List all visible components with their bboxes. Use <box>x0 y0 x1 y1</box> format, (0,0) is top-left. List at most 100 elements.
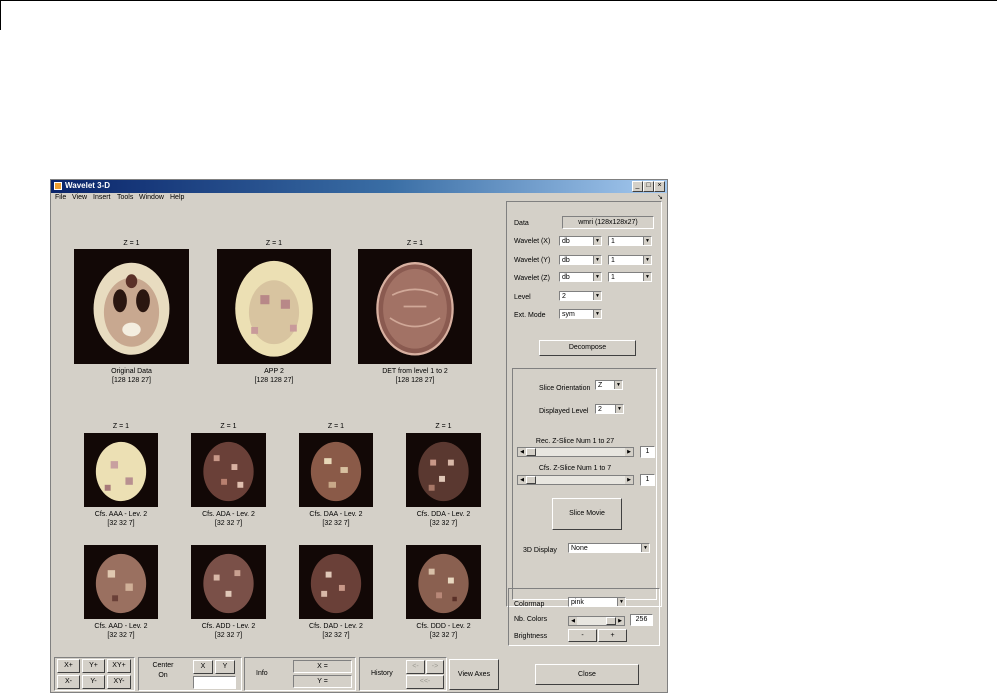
nb-colors-input[interactable]: 256 <box>630 614 653 626</box>
dropdown-arrow-icon: ▼ <box>593 310 601 318</box>
cfs-aad-image <box>84 545 158 619</box>
rec-slice-slider[interactable]: ◀ ▶ <box>517 447 634 457</box>
app2-image <box>217 249 331 364</box>
wavelet-z-family-select[interactable]: db ▼ <box>559 272 602 282</box>
info-label: Info <box>256 670 268 677</box>
dims-original: [128 128 27] <box>112 377 151 384</box>
dims-ada: [32 32 7] <box>214 520 243 527</box>
center-state: On <box>158 672 168 679</box>
wavelet-z-number-select[interactable]: 1 ▼ <box>608 272 652 282</box>
menu-window[interactable]: Window <box>139 194 164 201</box>
cfs-slice-input[interactable]: 1 <box>640 474 655 486</box>
dropdown-arrow-icon: ▼ <box>593 237 601 245</box>
wavelet-x-number-select[interactable]: 1 ▼ <box>608 236 652 246</box>
z-label-aaa: Z = 1 <box>112 423 130 430</box>
slice-orientation-label: Slice Orientation <box>539 385 591 392</box>
nb-colors-slider[interactable]: ◀ ▶ <box>568 616 625 626</box>
dropdown-arrow-icon: ▼ <box>593 292 601 300</box>
history-reset-button[interactable]: <<- <box>406 675 444 689</box>
dropdown-arrow-icon: ▼ <box>643 273 651 281</box>
menu-insert[interactable]: Insert <box>93 194 111 201</box>
caption-app2: APP 2 <box>264 368 284 375</box>
caption-aad: Cfs. AAD - Lev. 2 <box>94 623 148 630</box>
center-label: Center <box>152 662 174 669</box>
caption-dad: Cfs. DAD - Lev. 2 <box>309 623 363 630</box>
3d-display-select[interactable]: None ▼ <box>568 543 650 553</box>
cfs-slice-slider[interactable]: ◀ ▶ <box>517 475 634 485</box>
history-back-button[interactable]: <- <box>406 660 425 674</box>
history-forward-button[interactable]: -> <box>426 660 444 674</box>
center-x-button[interactable]: X <box>193 660 213 674</box>
zoom-y-plus-button[interactable]: Y+ <box>82 659 105 673</box>
slider-right-arrow-icon: ▶ <box>625 448 633 456</box>
z-label-original: Z = 1 <box>123 240 140 247</box>
dims-daa: [32 32 7] <box>322 520 350 527</box>
title-bar[interactable]: Wavelet 3-D _ □ × <box>51 180 667 193</box>
dropdown-arrow-icon: ▼ <box>593 256 601 264</box>
wavelet-z-label: Wavelet (Z) <box>514 275 550 282</box>
menu-file[interactable]: File <box>55 194 66 201</box>
menu-view[interactable]: View <box>72 194 87 201</box>
caption-ddd: Cfs. DDD - Lev. 2 <box>416 623 471 630</box>
z-label-app2: Z = 1 <box>265 240 283 247</box>
original-data-image <box>74 249 189 364</box>
center-y-button[interactable]: Y <box>215 660 235 674</box>
caption-ada: Cfs. ADA - Lev. 2 <box>202 511 255 518</box>
matlab-app-icon <box>54 182 62 190</box>
wavelet-y-number-select[interactable]: 1 ▼ <box>608 255 652 265</box>
close-button[interactable]: Close <box>535 664 639 685</box>
zoom-x-plus-button[interactable]: X+ <box>57 659 80 673</box>
caption-add: Cfs. ADD - Lev. 2 <box>201 623 256 630</box>
rec-slice-input[interactable]: 1 <box>640 446 655 458</box>
dock-arrow-icon[interactable]: ↘ <box>657 193 663 201</box>
wavelet-3d-window: Wavelet 3-D _ □ × File View Insert Tools… <box>50 179 668 693</box>
data-label: Data <box>514 220 529 227</box>
info-y-field: Y = <box>293 675 352 688</box>
dims-aaa: [32 32 7] <box>107 520 135 527</box>
minimize-button[interactable]: _ <box>632 181 643 192</box>
cfs-ada-image <box>191 433 266 507</box>
center-value-field <box>193 676 236 689</box>
z-label-daa: Z = 1 <box>327 423 345 430</box>
caption-aaa: Cfs. AAA - Lev. 2 <box>94 511 148 518</box>
dims-aad: [32 32 7] <box>107 632 135 639</box>
decompose-button[interactable]: Decompose <box>539 340 636 356</box>
zoom-y-minus-button[interactable]: Y- <box>82 675 105 689</box>
slice-orientation-select[interactable]: Z ▼ <box>595 380 623 390</box>
level-select[interactable]: 2 ▼ <box>559 291 602 301</box>
wavelet-y-family-select[interactable]: db ▼ <box>559 255 602 265</box>
slider-thumb <box>606 617 616 625</box>
slider-thumb <box>526 476 536 484</box>
brightness-minus-button[interactable]: - <box>568 629 597 642</box>
slice-movie-button[interactable]: Slice Movie <box>552 498 622 530</box>
displayed-level-select[interactable]: 2 ▼ <box>595 404 624 414</box>
dropdown-arrow-icon: ▼ <box>615 405 623 413</box>
dropdown-arrow-icon: ▼ <box>643 237 651 245</box>
page-top-rule <box>0 0 997 1</box>
view-axes-button[interactable]: View Axes <box>449 659 499 690</box>
info-x-field: X = <box>293 660 352 673</box>
zoom-xy-plus-button[interactable]: XY+ <box>107 659 131 673</box>
nb-colors-label: Nb. Colors <box>514 616 548 623</box>
close-window-button[interactable]: × <box>654 181 665 192</box>
colormap-select[interactable]: pink ▼ <box>568 597 626 607</box>
slider-right-arrow-icon: ▶ <box>625 476 633 484</box>
zoom-xy-minus-button[interactable]: XY- <box>107 675 131 689</box>
cfs-add-image <box>191 545 266 619</box>
level-label: Level <box>514 294 531 301</box>
wavelet-x-family-select[interactable]: db ▼ <box>559 236 602 246</box>
zoom-x-minus-button[interactable]: X- <box>57 675 80 689</box>
dims-dda: [32 32 7] <box>429 520 458 527</box>
ext-mode-select[interactable]: sym ▼ <box>559 309 602 319</box>
menu-help[interactable]: Help <box>170 194 184 201</box>
slider-thumb <box>526 448 536 456</box>
cfs-dda-image <box>406 433 481 507</box>
wavelet-y-label: Wavelet (Y) <box>514 257 551 264</box>
brightness-plus-button[interactable]: + <box>598 629 627 642</box>
dropdown-arrow-icon: ▼ <box>593 273 601 281</box>
caption-dda: Cfs. DDA - Lev. 2 <box>416 511 471 518</box>
dims-dad: [32 32 7] <box>322 632 350 639</box>
maximize-button[interactable]: □ <box>643 181 654 192</box>
menu-tools[interactable]: Tools <box>117 194 133 201</box>
caption-daa: Cfs. DAA - Lev. 2 <box>309 511 363 518</box>
